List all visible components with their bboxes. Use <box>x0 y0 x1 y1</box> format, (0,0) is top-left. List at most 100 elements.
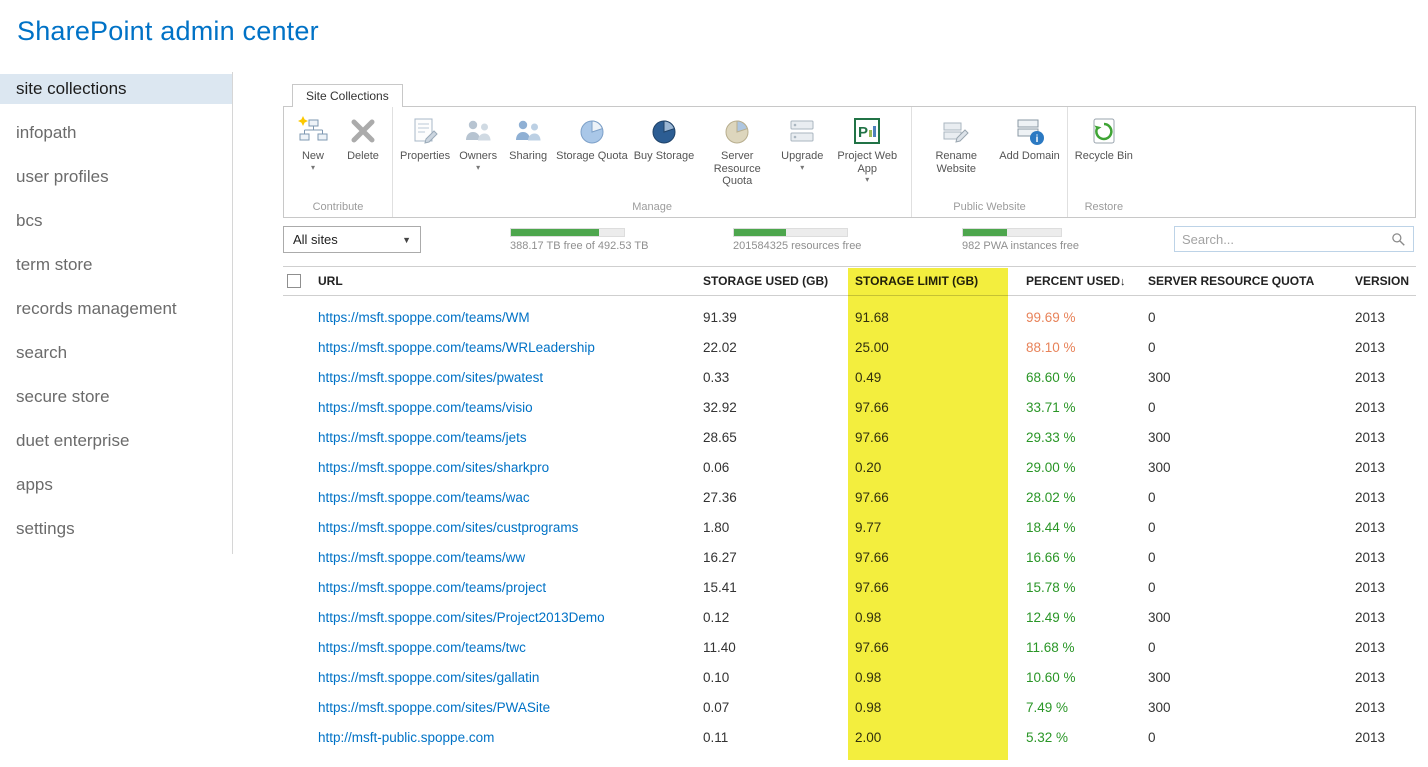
sidebar-item-apps[interactable]: apps <box>0 470 232 500</box>
sidebar-item-secure-store[interactable]: secure store <box>0 382 232 412</box>
select-all-checkbox[interactable] <box>287 274 301 288</box>
site-url-link[interactable]: https://msft.spoppe.com/teams/WRLeadersh… <box>318 340 595 355</box>
column-header-version[interactable]: VERSION <box>1343 274 1416 288</box>
storage-used-cell: 32.92 <box>703 400 848 415</box>
version-cell: 2013 <box>1343 640 1416 655</box>
ribbon-group-label: Contribute <box>288 198 388 217</box>
ribbon-button-label: Owners <box>459 150 497 163</box>
column-header-url[interactable]: URL <box>318 274 703 288</box>
version-cell: 2013 <box>1343 430 1416 445</box>
url-cell: https://msft.spoppe.com/teams/jets <box>318 430 703 445</box>
url-cell: https://msft.spoppe.com/teams/ww <box>318 550 703 565</box>
site-url-link[interactable]: https://msft.spoppe.com/teams/jets <box>318 430 527 445</box>
storage-used-cell: 0.06 <box>703 460 848 475</box>
table-row: https://msft.spoppe.com/sites/gallatin 0.… <box>283 662 1416 692</box>
ribbon-group-label: Manage <box>397 198 907 217</box>
site-url-link[interactable]: https://msft.spoppe.com/sites/sharkpro <box>318 460 549 475</box>
site-url-link[interactable]: http://msft-public.spoppe.com <box>318 730 494 745</box>
percent-used-cell: 68.60 % <box>1016 370 1138 385</box>
site-url-link[interactable]: https://msft.spoppe.com/sites/custprogra… <box>318 520 578 535</box>
site-url-link[interactable]: https://msft.spoppe.com/teams/visio <box>318 400 533 415</box>
percent-used-cell: 7.49 % <box>1016 700 1138 715</box>
server-resource-quota-cell: 0 <box>1138 400 1343 415</box>
table-row: https://msft.spoppe.com/sites/PWASite0.0… <box>283 692 1416 722</box>
ribbon-button-recycle-bin[interactable]: Recycle Bin <box>1072 113 1136 165</box>
table-row: https://msft.spoppe.com/sites/Project201… <box>283 602 1416 632</box>
tab-site-collections[interactable]: Site Collections <box>292 84 403 107</box>
storage-limit-cell: 0.49 <box>848 370 1016 385</box>
percent-used-cell: 28.02 % <box>1016 490 1138 505</box>
storage-limit-cell: 97.66 <box>848 490 1016 505</box>
storage-used-cell: 22.02 <box>703 340 848 355</box>
ribbon-button-delete[interactable]: Delete <box>338 113 388 165</box>
ribbon-button-project-web-app[interactable]: PProject Web App▾ <box>827 113 907 186</box>
sidebar-item-bcs[interactable]: bcs <box>0 206 232 236</box>
ribbon-button-owners[interactable]: Owners▾ <box>453 113 503 174</box>
chevron-down-icon: ▾ <box>311 164 315 172</box>
ribbon-button-new[interactable]: New▾ <box>288 113 338 174</box>
search-input[interactable] <box>1182 232 1390 247</box>
server-resource-quota-cell: 300 <box>1138 670 1343 685</box>
chevron-down-icon: ▾ <box>800 164 804 172</box>
site-url-link[interactable]: https://msft.spoppe.com/sites/Project201… <box>318 610 605 625</box>
storage-used-cell: 27.36 <box>703 490 848 505</box>
ribbon-button-storage-quota[interactable]: Storage Quota <box>553 113 631 165</box>
percent-used-cell: 16.66 % <box>1016 550 1138 565</box>
site-url-link[interactable]: https://msft.spoppe.com/sites/PWASite <box>318 700 550 715</box>
column-header-limit[interactable]: STORAGE LIMIT (GB) <box>848 274 1016 288</box>
percent-used-cell: 18.44 % <box>1016 520 1138 535</box>
ribbon-button-label: Add Domain <box>999 150 1060 163</box>
project-web-app-icon: P <box>851 115 883 147</box>
url-cell: https://msft.spoppe.com/teams/twc <box>318 640 703 655</box>
ribbon-button-upgrade[interactable]: Upgrade▾ <box>777 113 827 174</box>
ribbon-button-sharing[interactable]: Sharing <box>503 113 553 165</box>
site-url-link[interactable]: https://msft.spoppe.com/sites/pwatest <box>318 370 543 385</box>
version-cell: 2013 <box>1343 310 1416 325</box>
url-cell: https://msft.spoppe.com/sites/custprogra… <box>318 520 703 535</box>
sidebar-item-settings[interactable]: settings <box>0 514 232 544</box>
percent-used-cell: 33.71 % <box>1016 400 1138 415</box>
ribbon-group-manage: PropertiesOwners▾SharingStorage QuotaBuy… <box>393 107 912 217</box>
url-cell: https://msft.spoppe.com/teams/project <box>318 580 703 595</box>
sidebar-item-records-management[interactable]: records management <box>0 294 232 324</box>
ribbon-group-label: Restore <box>1072 198 1136 217</box>
site-url-link[interactable]: https://msft.spoppe.com/teams/twc <box>318 640 526 655</box>
sharing-icon <box>512 115 544 147</box>
sites-filter-dropdown[interactable]: All sites ▼ <box>283 226 421 253</box>
ribbon-button-server-resource-quota[interactable]: Server Resource Quota <box>697 113 777 190</box>
sidebar-item-user-profiles[interactable]: user profiles <box>0 162 232 192</box>
chevron-down-icon: ▾ <box>476 164 480 172</box>
column-header-quota[interactable]: SERVER RESOURCE QUOTA <box>1138 274 1343 288</box>
sidebar-item-term-store[interactable]: term store <box>0 250 232 280</box>
percent-used-cell: 11.68 % <box>1016 640 1138 655</box>
column-header-used[interactable]: STORAGE USED (GB) <box>703 274 848 288</box>
ribbon-button-add-domain[interactable]: iAdd Domain <box>996 113 1063 165</box>
sidebar-item-site-collections[interactable]: site collections <box>0 74 232 104</box>
ribbon-button-rename-website[interactable]: Rename Website <box>916 113 996 177</box>
ribbon-group-restore: Recycle Bin Restore <box>1068 107 1140 217</box>
site-url-link[interactable]: https://msft.spoppe.com/teams/wac <box>318 490 530 505</box>
sidebar-item-duet-enterprise[interactable]: duet enterprise <box>0 426 232 456</box>
site-url-link[interactable]: https://msft.spoppe.com/teams/WM <box>318 310 530 325</box>
ribbon-button-properties[interactable]: Properties <box>397 113 453 165</box>
url-cell: https://msft.spoppe.com/sites/sharkpro <box>318 460 703 475</box>
server-resource-quota-cell: 300 <box>1138 430 1343 445</box>
storage-limit-cell: 97.66 <box>848 430 1016 445</box>
server-resource-quota-cell: 0 <box>1138 490 1343 505</box>
storage-quota-meter: 388.17 TB free of 492.53 TB <box>510 228 625 252</box>
storage-limit-cell: 25.00 <box>848 340 1016 355</box>
meter-label: 201584325 resources free <box>733 240 848 252</box>
ribbon-button-buy-storage[interactable]: Buy Storage <box>631 113 698 165</box>
column-header-percent[interactable]: PERCENT USED↓ <box>1016 274 1138 288</box>
storage-used-cell: 16.27 <box>703 550 848 565</box>
search-icon[interactable] <box>1390 231 1406 247</box>
percent-used-cell: 88.10 % <box>1016 340 1138 355</box>
site-url-link[interactable]: https://msft.spoppe.com/teams/ww <box>318 550 525 565</box>
sidebar-item-infopath[interactable]: infopath <box>0 118 232 148</box>
site-url-link[interactable]: https://msft.spoppe.com/sites/gallatin <box>318 670 539 685</box>
properties-icon <box>409 115 441 147</box>
storage-used-cell: 0.10 <box>703 670 848 685</box>
server-resource-quota-cell: 0 <box>1138 340 1343 355</box>
site-url-link[interactable]: https://msft.spoppe.com/teams/project <box>318 580 546 595</box>
sidebar-item-search[interactable]: search <box>0 338 232 368</box>
